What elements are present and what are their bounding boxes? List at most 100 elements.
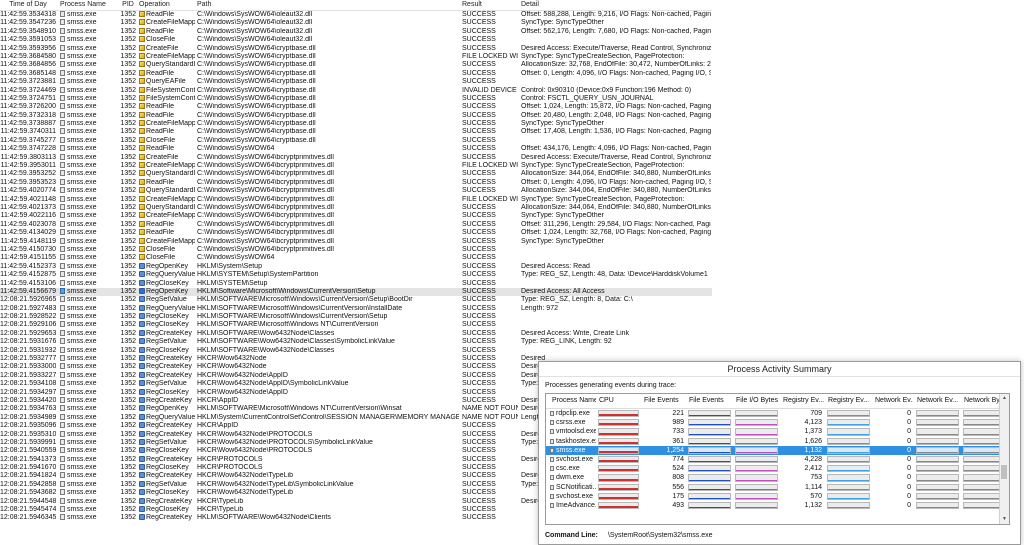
event-row[interactable]: 11:42:59.4156679 smss.exe 1352 RegOpenKey HK… [0, 287, 712, 297]
col-process-name[interactable]: Process Name [60, 0, 120, 10]
event-row[interactable]: 11:42:59.3740311 smss.exe 1352 ReadFile C:\W… [0, 128, 712, 136]
scroll-down-icon[interactable]: ▼ [1000, 515, 1009, 524]
summary-col-header[interactable]: Registry Ev... [781, 394, 824, 408]
summary-col-header[interactable]: File I/O Bytes [734, 394, 779, 408]
event-row[interactable]: 11:42:59.4153106 smss.exe 1352 RegCloseKey H… [0, 279, 712, 288]
event-row[interactable]: 11:42:59.4023078 smss.exe 1352 ReadFile C:\W… [0, 220, 712, 229]
col-pid[interactable]: PID [120, 0, 136, 10]
event-row[interactable]: 11:42:59.4152373 smss.exe 1352 RegOpenKey HK… [0, 262, 712, 271]
file-io-sparkline-line [736, 461, 777, 463]
event-process-text: smss.exe [67, 338, 97, 346]
event-row[interactable]: 11:42:59.3548910 smss.exe 1352 ReadFile C:\W… [0, 27, 712, 36]
event-row[interactable]: 11:42:59.3593956 smss.exe 1352 CreateFile C:… [0, 44, 712, 53]
event-row[interactable]: 11:42:59.3591053 smss.exe 1352 CloseFile C:\… [0, 36, 712, 44]
event-row[interactable]: 11:42:59.4020774 smss.exe 1352 QueryStandar… [0, 187, 712, 195]
event-row[interactable]: 12:08:21.5927483 smss.exe 1352 RegQueryValu… [0, 304, 712, 313]
event-row[interactable]: 12:08:21.5928522 smss.exe 1352 RegCloseKey H… [0, 313, 712, 321]
event-row[interactable]: 11:42:59.3684856 smss.exe 1352 QueryStandar… [0, 61, 712, 69]
event-row[interactable]: 11:42:59.4021148 smss.exe 1352 CreateFileMa… [0, 195, 712, 204]
vertical-scrollbar[interactable]: ▲ ▼ [999, 394, 1009, 524]
event-operation-text: ReadFile [146, 103, 175, 111]
event-row[interactable]: 11:42:59.4150730 smss.exe 1352 CloseFile C:\… [0, 245, 712, 254]
summary-col-header[interactable]: CPU [597, 394, 640, 408]
event-row[interactable]: 12:08:21.5931676 smss.exe 1352 RegSetValue H… [0, 338, 712, 346]
event-path: HKCR\Wow6432Node [197, 355, 459, 363]
event-time: 12:08:21.5929106 [0, 321, 56, 329]
event-operation-text: RegCreateKey [146, 497, 192, 505]
summary-col-header[interactable]: Network Byt... [962, 394, 1002, 408]
summary-row[interactable]: SCNotificati... 556 1,114 0 [546, 483, 1009, 492]
file-events-sparkline [687, 483, 732, 492]
file-io-sparkline-line [736, 451, 777, 453]
col-path[interactable]: Path [197, 0, 459, 10]
file-events-sparkline-frame [688, 474, 731, 482]
event-row[interactable]: 11:42:59.4134029 smss.exe 1352 ReadFile C:\W… [0, 229, 712, 237]
event-row[interactable]: 11:42:59.3953011 smss.exe 1352 CreateFileMa… [0, 162, 712, 170]
event-row[interactable]: 11:42:59.3684580 smss.exe 1352 CreateFileMa… [0, 52, 712, 61]
summary-row[interactable]: svchost.exe 774 4,228 0 [546, 455, 1009, 464]
col-time-of-day[interactable]: Time of Day [0, 0, 56, 10]
event-row[interactable]: 11:42:59.4021373 smss.exe 1352 QueryStandar… [0, 203, 712, 212]
event-row[interactable]: 11:42:59.3724751 smss.exe 1352 FileSystemCo… [0, 94, 712, 103]
event-row[interactable]: 12:08:21.5929106 smss.exe 1352 RegCloseKey H… [0, 321, 712, 329]
event-row[interactable]: 12:08:21.5931932 smss.exe 1352 RegCloseKey H… [0, 346, 712, 355]
event-row[interactable]: 11:42:59.3747228 smss.exe 1352 ReadFile C:\W… [0, 145, 712, 153]
cpu-sparkline [597, 501, 640, 510]
event-operation: RegCreateKey [139, 422, 195, 430]
summary-col-header[interactable]: Network Ev... [873, 394, 913, 408]
event-row[interactable]: 11:42:59.4022116 smss.exe 1352 CreateFileMa… [0, 212, 712, 220]
summary-row[interactable]: csrss.exe 989 4,123 0 [546, 418, 1009, 427]
event-operation-text: ReadFile [146, 229, 175, 237]
event-row[interactable]: 11:42:59.3547236 smss.exe 1352 CreateFileMa… [0, 19, 712, 27]
event-row[interactable]: 11:42:59.3738887 smss.exe 1352 CreateFileMa… [0, 120, 712, 128]
summary-row[interactable]: vmtoolsd.exe 733 1,373 0 [546, 427, 1009, 436]
summary-row[interactable]: taskhostex.exe 361 1,626 0 [546, 437, 1009, 446]
event-row[interactable]: 11:42:59.3534318 smss.exe 1352 ReadFile C:\W… [0, 11, 712, 19]
event-row[interactable]: 11:42:59.3685148 smss.exe 1352 ReadFile C:\W… [0, 69, 712, 78]
event-row[interactable]: 11:42:59.3745277 smss.exe 1352 CloseFile C:\… [0, 136, 712, 145]
scroll-up-icon[interactable]: ▲ [1000, 394, 1009, 403]
event-row[interactable]: 11:42:59.3724469 smss.exe 1352 FileSystemCo… [0, 86, 712, 95]
summary-row[interactable]: ImeAdvance... 493 1,132 0 [546, 501, 1009, 510]
event-path: HKCR\PROTOCOLS [197, 456, 459, 464]
col-result[interactable]: Result [462, 0, 518, 10]
event-result-text: SUCCESS [462, 212, 496, 220]
col-detail[interactable]: Detail [521, 0, 711, 10]
event-result-text: SUCCESS [462, 371, 496, 379]
summary-col-header[interactable]: Registry Ev... [826, 394, 871, 408]
event-pid-text: 1352 [120, 287, 136, 295]
summary-row[interactable]: svchost.exe 175 570 0 [546, 492, 1009, 501]
col-operation[interactable]: Operation [139, 0, 195, 10]
process-icon [60, 237, 65, 244]
summary-row[interactable]: smss.exe 1,254 1,132 0 [546, 445, 1009, 455]
event-row[interactable]: 11:42:59.4151155 smss.exe 1352 CloseFile C:\… [0, 254, 712, 262]
event-operation-text: QueryEAFile [146, 78, 186, 86]
event-row[interactable]: 11:42:59.3953252 smss.exe 1352 QueryStandar… [0, 170, 712, 178]
event-row[interactable]: 11:42:59.3803113 smss.exe 1352 CreateFile C:… [0, 153, 712, 162]
event-time-text: 11:42:59.3726200 [0, 103, 56, 111]
event-path-text: HKCR\Wow6432Node\AppID [197, 388, 288, 396]
registry-sparkline-frame [827, 437, 870, 445]
event-operation-text: QueryStandardI... [146, 61, 195, 69]
summary-row[interactable]: csc.exe 524 2,412 0 [546, 464, 1009, 473]
summary-col-header[interactable]: File Events [687, 394, 732, 408]
summary-row[interactable]: dwm.exe 808 753 0 [546, 473, 1009, 482]
event-row[interactable]: 12:08:21.5929653 smss.exe 1352 RegCreateKey… [0, 329, 712, 338]
event-row[interactable]: 11:42:59.3723881 smss.exe 1352 QueryEAFile C… [0, 78, 712, 86]
summary-row[interactable]: rdpclip.exe 221 709 0 [546, 409, 1009, 418]
scrollbar-thumb[interactable] [1001, 465, 1007, 479]
event-pid-text: 1352 [120, 212, 136, 220]
summary-col-header[interactable]: Network Ev... [915, 394, 960, 408]
event-row[interactable]: 11:42:59.4152875 smss.exe 1352 RegQueryValu… [0, 271, 712, 279]
event-operation-text: RegCreateKey [146, 430, 192, 438]
event-row[interactable]: 11:42:59.4148119 smss.exe 1352 CreateFileMa… [0, 237, 712, 246]
event-row[interactable]: 11:42:59.3732318 smss.exe 1352 ReadFile C:\W… [0, 111, 712, 120]
registry-sparkline [826, 455, 871, 464]
event-row[interactable]: 11:42:59.3953523 smss.exe 1352 ReadFile C:\W… [0, 178, 712, 187]
summary-col-header[interactable]: File Events [642, 394, 686, 408]
event-row[interactable]: 12:08:21.5926965 smss.exe 1352 RegSetValue H… [0, 296, 712, 304]
event-result: SUCCESS [462, 305, 518, 313]
event-time: 11:42:59.3534318 [0, 11, 56, 19]
event-row[interactable]: 11:42:59.3726200 smss.exe 1352 ReadFile C:\W… [0, 103, 712, 111]
summary-col-header[interactable]: Process Name [550, 394, 596, 408]
